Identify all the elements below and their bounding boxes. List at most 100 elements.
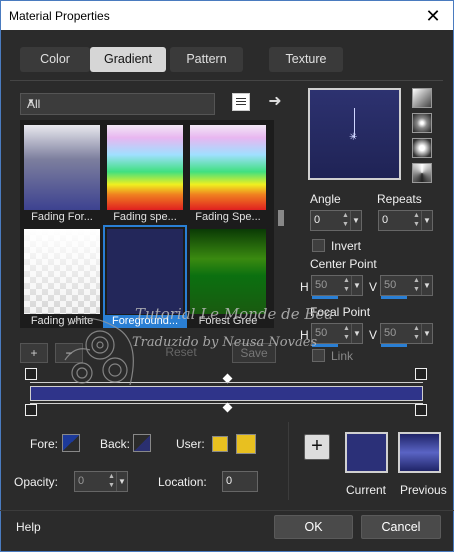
- help-button[interactable]: Help: [16, 520, 41, 534]
- remove-gradient-button[interactable]: −: [55, 343, 83, 363]
- back-stop-swatch[interactable]: [133, 434, 151, 452]
- gradient-preview[interactable]: ✳: [308, 88, 401, 180]
- center-marker-icon[interactable]: ✳: [349, 132, 357, 143]
- linear-style-button[interactable]: [412, 88, 432, 108]
- gradient-thumbnail: [190, 229, 266, 314]
- angle-stepper[interactable]: 0 ▲ ▼ ▼: [310, 210, 362, 231]
- save-button[interactable]: Save: [232, 343, 276, 363]
- close-icon[interactable]: ✕: [421, 4, 445, 28]
- tab-gradient[interactable]: Gradient: [90, 47, 166, 72]
- center-v-stepper[interactable]: 50 ▲ ▼ ▼: [380, 275, 433, 299]
- center-v-slider[interactable]: [381, 296, 407, 299]
- spin-arrows-icon[interactable]: ▲ ▼: [107, 472, 116, 491]
- gradient-editor-bar[interactable]: [30, 386, 423, 401]
- gallery-item-fading-spectrum[interactable]: Fading spe...: [105, 123, 185, 223]
- focal-h-label: H: [300, 328, 309, 342]
- gradient-thumbnail: [107, 125, 183, 210]
- user-stop-swatch[interactable]: [212, 436, 228, 452]
- user-label: User:: [176, 437, 205, 451]
- category-select[interactable]: All ▼: [20, 93, 215, 115]
- gallery-item-foreground[interactable]: Foreground...: [103, 225, 187, 328]
- top-opacity-stop-right[interactable]: [415, 368, 427, 380]
- chevron-down-icon[interactable]: ▼: [351, 276, 362, 295]
- opacity-stepper[interactable]: 0 ▲ ▼ ▼: [74, 471, 128, 492]
- spin-arrows-icon[interactable]: ▲ ▼: [412, 276, 421, 295]
- chevron-down-icon[interactable]: ▼: [421, 276, 432, 295]
- gallery-scrollbar[interactable]: [276, 120, 286, 328]
- fore-stop-swatch[interactable]: [62, 434, 80, 452]
- opacity-label: Opacity:: [14, 475, 59, 489]
- center-v-label: V: [369, 280, 378, 294]
- reset-button[interactable]: Reset: [162, 343, 200, 363]
- tab-color[interactable]: Color: [20, 47, 90, 72]
- window-title: Material Properties: [9, 9, 110, 23]
- previous-label: Previous: [400, 483, 447, 497]
- location-value: 0: [226, 475, 233, 487]
- previous-preview-swatch[interactable]: [398, 432, 441, 473]
- focal-v-stepper[interactable]: 50 ▲ ▼ ▼: [380, 323, 433, 347]
- top-opacity-stop-left[interactable]: [25, 368, 37, 380]
- current-preview-swatch: [345, 432, 388, 473]
- gradient-thumbnail: [24, 125, 100, 210]
- arrow-right-icon[interactable]: ➜: [266, 91, 284, 111]
- repeats-label: Repeats: [377, 192, 422, 206]
- center-point-label: Center Point: [310, 257, 377, 271]
- opacity-value: 0: [78, 475, 85, 487]
- gallery-item-fading-foreground[interactable]: Fading For...: [22, 123, 102, 223]
- focal-v-slider[interactable]: [381, 344, 407, 347]
- focal-h-stepper[interactable]: 50 ▲ ▼ ▼: [311, 323, 363, 347]
- link-checkbox[interactable]: [312, 349, 325, 362]
- chevron-down-icon[interactable]: ▼: [351, 324, 362, 343]
- bottom-color-stop-left[interactable]: [25, 404, 37, 416]
- radial-style-button[interactable]: [412, 163, 432, 183]
- center-h-label: H: [300, 280, 309, 294]
- focal-h-value: 50: [315, 327, 328, 339]
- current-label: Current: [346, 483, 387, 497]
- focal-v-value: 50: [384, 327, 397, 339]
- gallery-label: Foreground...: [105, 315, 185, 328]
- invert-checkbox[interactable]: [312, 239, 325, 252]
- focal-v-label: V: [369, 328, 378, 342]
- fore-label: Fore:: [30, 437, 59, 451]
- chevron-down-icon: ▼: [27, 97, 35, 106]
- center-v-value: 50: [384, 279, 397, 291]
- add-gradient-button[interactable]: +: [20, 343, 48, 363]
- chevron-down-icon[interactable]: ▼: [350, 211, 361, 230]
- spin-arrows-icon[interactable]: ▲ ▼: [341, 211, 350, 230]
- gallery-label: Fading For...: [31, 211, 93, 223]
- section-divider: [288, 422, 289, 500]
- gallery-label: Fading white: [30, 315, 94, 327]
- link-label: Link: [331, 349, 354, 363]
- gallery-item-fading-spectrum-2[interactable]: Fading Spe...: [188, 123, 268, 223]
- spin-arrows-icon[interactable]: ▲ ▼: [412, 324, 421, 343]
- spin-arrows-icon[interactable]: ▲ ▼: [342, 276, 351, 295]
- center-h-stepper[interactable]: 50 ▲ ▼ ▼: [311, 275, 363, 299]
- gallery-item-fading-white[interactable]: Fading white: [22, 227, 102, 327]
- spin-arrows-icon[interactable]: ▲ ▼: [342, 324, 351, 343]
- tab-pattern[interactable]: Pattern: [170, 47, 243, 72]
- scrollbar-thumb[interactable]: [278, 210, 284, 226]
- center-h-slider[interactable]: [312, 296, 338, 299]
- focal-h-slider[interactable]: [312, 344, 338, 347]
- chevron-down-icon[interactable]: ▼: [116, 472, 127, 491]
- spin-arrows-icon[interactable]: ▲ ▼: [412, 211, 421, 230]
- sunburst-style-button[interactable]: [412, 138, 432, 158]
- add-preset-button[interactable]: +: [304, 434, 330, 460]
- user-color-picker[interactable]: [236, 434, 256, 454]
- angle-value: 0: [314, 214, 321, 226]
- open-folder-icon[interactable]: [232, 93, 250, 111]
- tab-texture[interactable]: Texture: [269, 47, 343, 72]
- tab-divider: [10, 80, 443, 81]
- cancel-button[interactable]: Cancel: [361, 515, 441, 539]
- repeats-stepper[interactable]: 0 ▲ ▼ ▼: [378, 210, 433, 231]
- ok-button[interactable]: OK: [274, 515, 353, 539]
- bottom-color-stop-right[interactable]: [415, 404, 427, 416]
- rectangular-style-button[interactable]: [412, 113, 432, 133]
- location-label: Location:: [158, 475, 207, 489]
- chevron-down-icon[interactable]: ▼: [421, 211, 432, 230]
- footer-divider: [0, 510, 454, 511]
- chevron-down-icon[interactable]: ▼: [421, 324, 432, 343]
- location-input[interactable]: 0: [222, 471, 258, 492]
- gallery-item-forest-green[interactable]: Forest Gree: [188, 227, 268, 327]
- focal-point-label: Focal Point: [310, 305, 371, 319]
